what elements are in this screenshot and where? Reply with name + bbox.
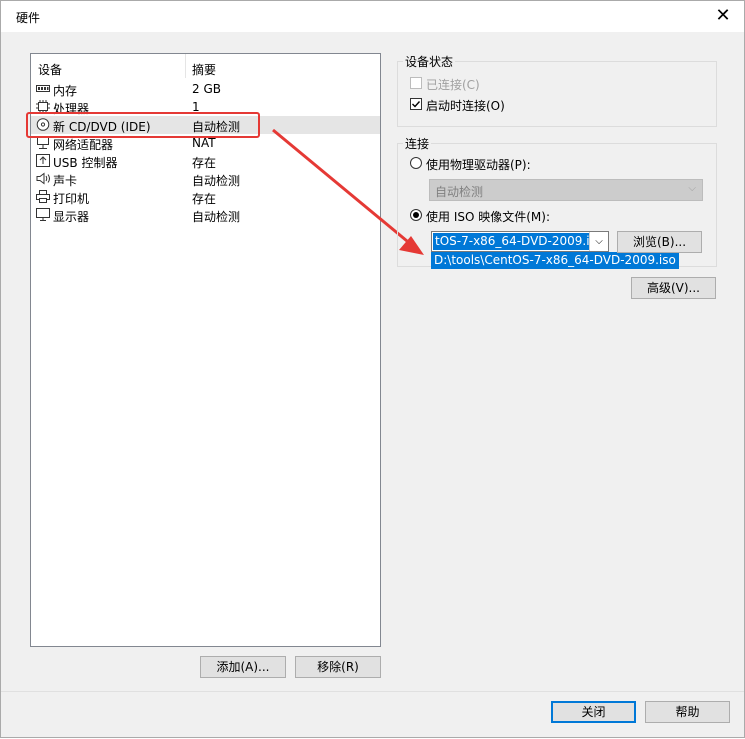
remove-device-button[interactable]: 移除(R) [295, 656, 381, 678]
hardware-dialog: 硬件 ✕ 设备 摘要 内存 2 GB 处理器 1 新 CD/DVD (IDE) … [0, 0, 745, 738]
physical-drive-value: 自动检测 [435, 185, 484, 199]
connected-checkbox[interactable] [410, 77, 422, 89]
browse-button[interactable]: 浏览(B)... [617, 231, 702, 253]
connected-label: 已连接(C) [426, 78, 480, 92]
physical-drive-radio[interactable] [410, 157, 422, 169]
advanced-button[interactable]: 高级(V)... [631, 277, 716, 299]
iso-dropdown-option[interactable]: D:\tools\CentOS-7-x86_64-DVD-2009.iso [431, 252, 679, 269]
connection-label: 连接 [403, 135, 432, 152]
footer-divider [1, 691, 744, 692]
iso-path-input[interactable]: tOS-7-x86_64-DVD-2009.iso [433, 233, 589, 250]
connect-on-start-label: 启动时连接(O) [426, 99, 505, 113]
iso-image-radio[interactable] [410, 209, 422, 221]
add-device-button[interactable]: 添加(A)... [200, 656, 286, 678]
iso-path-combobox[interactable]: tOS-7-x86_64-DVD-2009.iso ⌵ [431, 231, 609, 252]
physical-drive-label: 使用物理驱动器(P): [426, 158, 531, 172]
device-status-group [397, 61, 717, 127]
device-status-label: 设备状态 [403, 53, 456, 70]
chevron-down-icon: ⌵ [688, 183, 696, 194]
iso-image-label: 使用 ISO 映像文件(M): [426, 210, 550, 224]
chevron-down-icon[interactable]: ⌵ [589, 232, 608, 251]
close-button[interactable]: 关闭 [551, 701, 636, 723]
connect-on-start-checkbox[interactable] [410, 98, 422, 110]
check-mark-icon [412, 101, 421, 108]
physical-drive-select[interactable]: 自动检测 ⌵ [429, 179, 703, 201]
help-button[interactable]: 帮助 [645, 701, 730, 723]
